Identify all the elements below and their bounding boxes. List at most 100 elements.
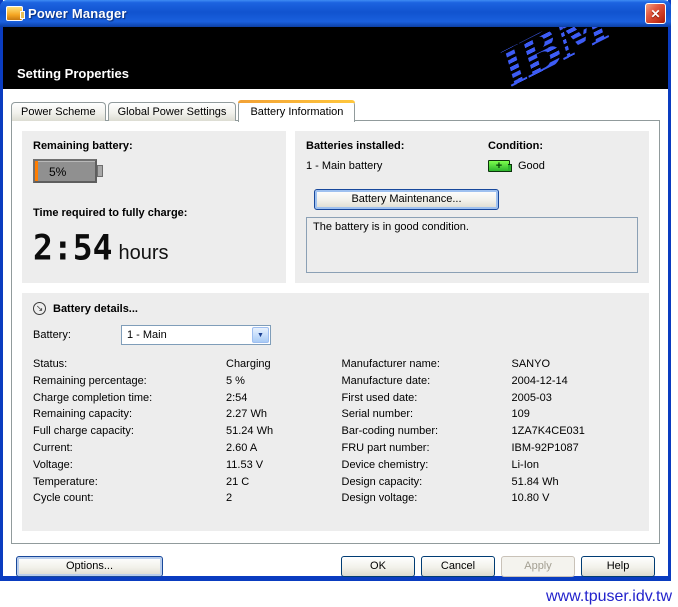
battery-gauge-fill: [35, 161, 38, 181]
detail-label: Remaining percentage:: [33, 374, 226, 391]
battery-gauge-nub: [97, 165, 103, 177]
detail-row: First used date:2005-03: [342, 391, 639, 408]
detail-value: 5 %: [226, 374, 330, 391]
detail-value: 10.80 V: [512, 491, 639, 508]
detail-row: Remaining percentage:5 %: [33, 374, 330, 391]
detail-value: 2004-12-14: [512, 374, 639, 391]
detail-row: Charge completion time:2:54: [33, 391, 330, 408]
tab-power-scheme[interactable]: Power Scheme: [11, 102, 106, 121]
condition-battery-icon: +: [488, 160, 510, 172]
detail-value: 2.60 A: [226, 441, 330, 458]
power-manager-window: Power Manager ✕ Setting Properties IBM P…: [0, 0, 671, 581]
charge-time-label: Time required to fully charge:: [33, 207, 275, 219]
detail-label: Status:: [33, 357, 226, 374]
detail-row: Bar-coding number:1ZA7K4CE031: [342, 424, 639, 441]
tab-strip: Power Scheme Global Power Settings Batte…: [11, 99, 660, 120]
detail-label: Design voltage:: [342, 491, 512, 508]
detail-row: Serial number:109: [342, 407, 639, 424]
detail-row: FRU part number:IBM-92P1087: [342, 441, 639, 458]
collapse-arrow-icon[interactable]: ↘: [33, 302, 46, 315]
detail-label: Manufacture date:: [342, 374, 512, 391]
battery-details-panel: ↘ Battery details... Battery: 1 - Main ▼…: [22, 293, 649, 531]
watermark: www.tpuser.idv.tw: [546, 588, 672, 606]
detail-value: 2.27 Wh: [226, 407, 330, 424]
detail-value: SANYO: [512, 357, 639, 374]
detail-value: 2: [226, 491, 330, 508]
battery-gauge-body: 5%: [33, 159, 97, 183]
detail-row: Full charge capacity:51.24 Wh: [33, 424, 330, 441]
battery-maintenance-button[interactable]: Battery Maintenance...: [314, 189, 499, 210]
detail-label: Remaining capacity:: [33, 407, 226, 424]
battery-select[interactable]: 1 - Main ▼: [121, 325, 271, 345]
tab-battery-information[interactable]: Battery Information: [238, 101, 355, 122]
remaining-battery-label: Remaining battery:: [33, 140, 275, 152]
condition-label: Condition:: [488, 140, 638, 152]
battery-app-icon: [6, 6, 23, 21]
detail-row: Device chemistry:Li-Ion: [342, 458, 639, 475]
detail-row: Temperature:21 C: [33, 475, 330, 492]
cancel-button[interactable]: Cancel: [421, 556, 495, 577]
detail-label: First used date:: [342, 391, 512, 408]
detail-row: Status:Charging: [33, 357, 330, 374]
detail-value: 2:54: [226, 391, 330, 408]
detail-value: 1ZA7K4CE031: [512, 424, 639, 441]
chevron-down-icon[interactable]: ▼: [252, 327, 269, 343]
detail-value: Li-Ion: [512, 458, 639, 475]
tab-global-power-settings[interactable]: Global Power Settings: [108, 102, 237, 121]
detail-label: Charge completion time:: [33, 391, 226, 408]
detail-row: Manufacture date:2004-12-14: [342, 374, 639, 391]
window-title: Power Manager: [28, 6, 127, 21]
detail-label: Voltage:: [33, 458, 226, 475]
detail-value: 51.24 Wh: [226, 424, 330, 441]
battery-gauge: 5%: [33, 159, 105, 183]
detail-value: 2005-03: [512, 391, 639, 408]
detail-label: Temperature:: [33, 475, 226, 492]
battery-select-value: 1 - Main: [122, 329, 251, 341]
battery-details-header[interactable]: ↘ Battery details...: [33, 302, 638, 315]
charge-time-value: 2:54: [33, 227, 112, 268]
detail-value: 21 C: [226, 475, 330, 492]
detail-row: Voltage:11.53 V: [33, 458, 330, 475]
banner-title: Setting Properties: [17, 66, 129, 81]
battery-select-label: Battery:: [33, 329, 121, 341]
detail-label: Device chemistry:: [342, 458, 512, 475]
detail-label: Current:: [33, 441, 226, 458]
detail-row: Manufacturer name:SANYO: [342, 357, 639, 374]
detail-label: Cycle count:: [33, 491, 226, 508]
options-button[interactable]: Options...: [16, 556, 163, 577]
detail-label: Serial number:: [342, 407, 512, 424]
detail-row: Cycle count:2: [33, 491, 330, 508]
ok-button[interactable]: OK: [341, 556, 415, 577]
condition-message-box: The battery is in good condition.: [306, 217, 638, 273]
ibm-logo: IBM: [491, 27, 618, 89]
battery-details-title: Battery details...: [53, 303, 138, 315]
detail-row: Design capacity:51.84 Wh: [342, 475, 639, 492]
detail-value: 51.84 Wh: [512, 475, 639, 492]
details-left-column: Status:ChargingRemaining percentage:5 %C…: [33, 357, 330, 508]
remaining-battery-panel: Remaining battery: 5% Time required to f…: [22, 131, 286, 283]
detail-row: Remaining capacity:2.27 Wh: [33, 407, 330, 424]
battery-information-page: Remaining battery: 5% Time required to f…: [11, 120, 660, 544]
condition-value: Good: [518, 160, 545, 172]
battery-percent-text: 5%: [49, 165, 66, 179]
close-icon[interactable]: ✕: [645, 3, 666, 24]
detail-label: Design capacity:: [342, 475, 512, 492]
button-bar: Options... OK Cancel Apply Help: [3, 555, 668, 578]
detail-row: Design voltage:10.80 V: [342, 491, 639, 508]
detail-value: Charging: [226, 357, 330, 374]
detail-value: 109: [512, 407, 639, 424]
apply-button: Apply: [501, 556, 575, 577]
detail-value: 11.53 V: [226, 458, 330, 475]
banner: Setting Properties IBM: [3, 27, 668, 89]
detail-row: Current:2.60 A: [33, 441, 330, 458]
batteries-installed-panel: Batteries installed: 1 - Main battery Co…: [295, 131, 649, 283]
details-right-column: Manufacturer name:SANYOManufacture date:…: [342, 357, 639, 508]
charge-time-display: 2:54 hours: [33, 228, 275, 267]
title-bar[interactable]: Power Manager ✕: [0, 0, 671, 27]
batteries-installed-label: Batteries installed:: [306, 140, 488, 152]
help-button[interactable]: Help: [581, 556, 655, 577]
detail-label: Full charge capacity:: [33, 424, 226, 441]
charge-time-unit: hours: [118, 242, 168, 265]
detail-label: Manufacturer name:: [342, 357, 512, 374]
detail-label: Bar-coding number:: [342, 424, 512, 441]
